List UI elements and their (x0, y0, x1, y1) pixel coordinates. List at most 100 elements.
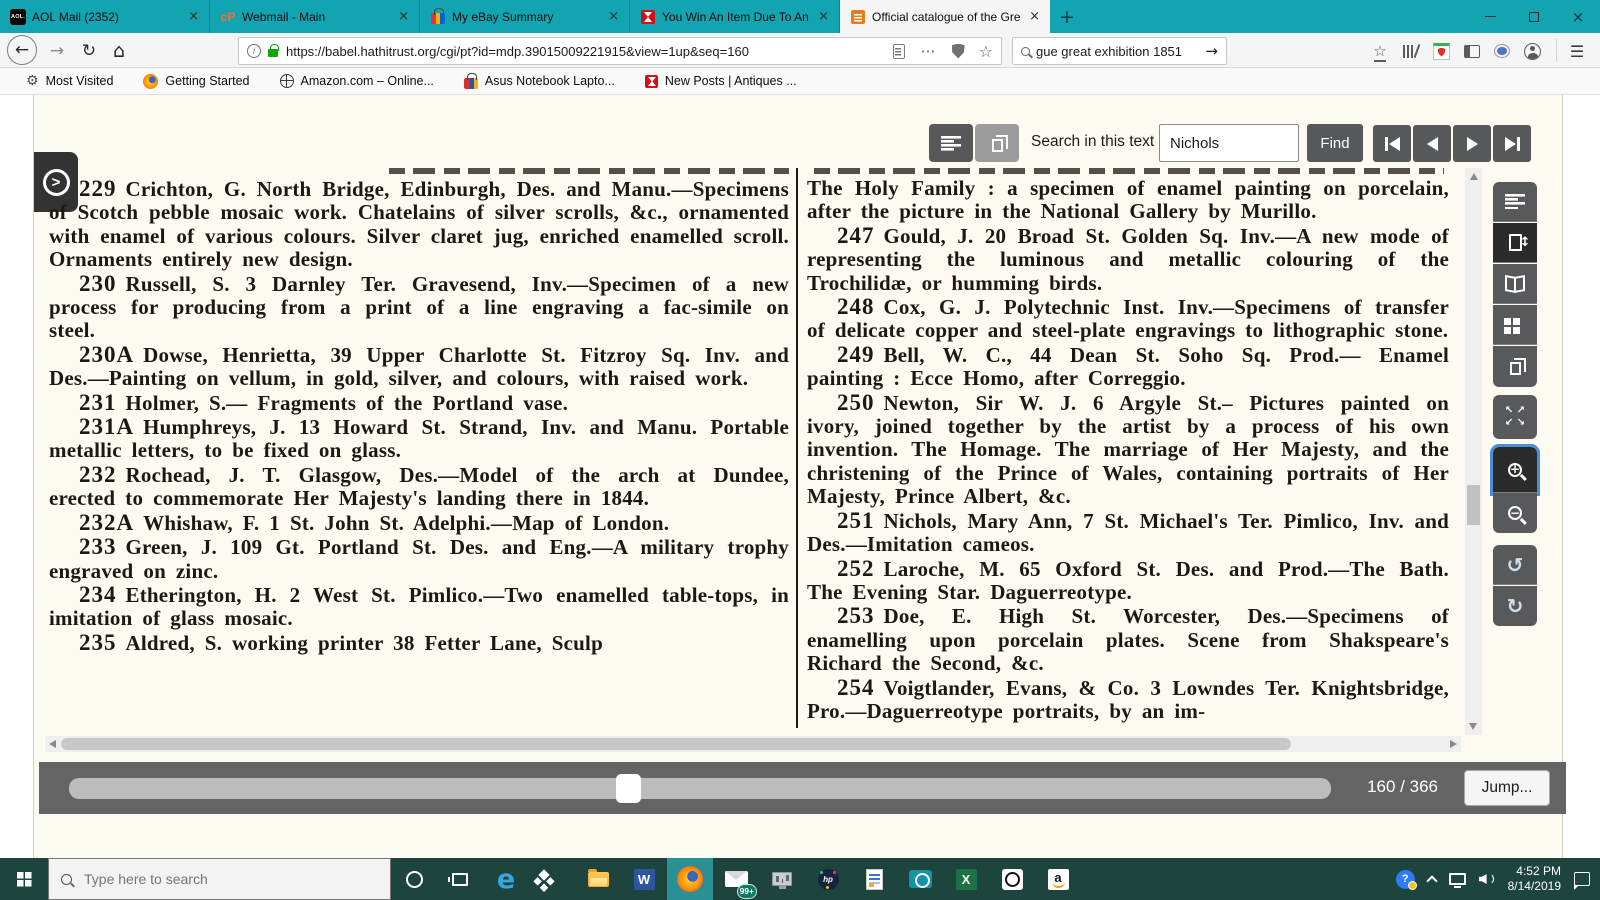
taskbar-excel[interactable]: X (943, 858, 989, 900)
tray-chevron-up-icon[interactable] (1426, 875, 1437, 886)
close-tab-icon[interactable]: × (396, 9, 411, 24)
taskbar-search-box[interactable] (48, 858, 391, 900)
reader-view-icon[interactable] (893, 44, 905, 59)
scroll-right-arrow[interactable] (1450, 740, 1457, 748)
thumbnail-view-button[interactable] (1493, 305, 1537, 345)
reload-button[interactable]: ↻ (76, 36, 102, 65)
two-page-view-button[interactable] (1493, 264, 1537, 304)
restore-button[interactable] (1512, 0, 1556, 33)
taskbar-report-app[interactable] (851, 858, 897, 900)
taskbar-clock[interactable]: 4:52 PM 8/14/2019 (1508, 864, 1561, 894)
tab-ebay[interactable]: My eBay Summary × (420, 0, 630, 33)
close-tab-icon[interactable]: × (1027, 9, 1042, 24)
bookmark-asus[interactable]: Asus Notebook Lapto... (464, 74, 615, 89)
url-bar[interactable]: i https://babel.hathitrust.org/cgi/pt?id… (238, 37, 1002, 65)
network-display-icon[interactable] (1449, 873, 1466, 885)
taskbar-cortana[interactable] (391, 858, 437, 900)
taskbar-mail[interactable]: 99+ (713, 858, 759, 900)
taskbar-hp-support[interactable]: hp (805, 858, 851, 900)
seek-thumb[interactable] (616, 774, 641, 803)
plain-text-view-button[interactable] (1493, 346, 1537, 387)
save-to-toolbar-button[interactable]: ☆ (1368, 38, 1392, 64)
one-page-view-button[interactable]: ↕ (1493, 223, 1537, 263)
bookmark-star-icon[interactable]: ☆ (979, 42, 993, 61)
taskbar-task-view[interactable] (437, 858, 483, 900)
tab-catalogue-active[interactable]: Official catalogue of the Great e × (840, 0, 1050, 33)
close-tab-icon[interactable]: × (816, 9, 831, 24)
zoom-in-button[interactable]: + (1493, 447, 1537, 493)
page-actions-icon[interactable]: ⋯ (921, 42, 936, 60)
close-tab-icon[interactable]: × (606, 9, 621, 24)
taskbar-search-input[interactable] (82, 870, 342, 888)
zoom-out-button[interactable]: − (1493, 493, 1537, 533)
home-button[interactable]: ⌂ (106, 36, 132, 65)
first-result-button[interactable] (1373, 125, 1411, 162)
copy-pages-button[interactable] (975, 124, 1019, 162)
url-text[interactable]: https://babel.hathitrust.org/cgi/pt?id=m… (286, 44, 885, 59)
bookmark-amazon[interactable]: Amazon.com – Online... (280, 74, 434, 88)
fullscreen-button[interactable]: ↖↗↙↘ (1493, 395, 1537, 439)
task-view-icon (452, 873, 468, 886)
scroll-left-arrow[interactable] (49, 740, 56, 748)
taskbar-edge[interactable]: e (483, 858, 529, 900)
close-tab-icon[interactable]: × (186, 9, 201, 24)
taskbar-dropbox[interactable] (529, 858, 575, 900)
scroll-view-button[interactable] (1493, 182, 1537, 222)
catalog-entry: 253Doe, E. High St. Worcester, Des.—Spec… (807, 604, 1449, 675)
help-icon[interactable]: ? (1396, 870, 1415, 889)
search-in-text-input[interactable] (1159, 124, 1299, 162)
sidebar-button[interactable] (1460, 38, 1484, 64)
tab-webmail[interactable]: cP Webmail - Main × (210, 0, 420, 33)
tab-aol-mail[interactable]: AOL. AOL Mail (2352) × (0, 0, 210, 33)
taskbar-file-explorer[interactable] (575, 858, 621, 900)
taskbar-camera-app[interactable] (897, 858, 943, 900)
vertical-scrollbar[interactable] (1465, 168, 1482, 735)
back-button[interactable]: ← (7, 35, 37, 65)
action-center-icon[interactable] (1574, 872, 1590, 886)
taskbar-photo-app[interactable] (989, 858, 1035, 900)
minimize-button[interactable] (1468, 0, 1512, 33)
bookmark-most-visited[interactable]: ⚙ Most Visited (26, 73, 113, 89)
last-result-button[interactable] (1493, 125, 1531, 162)
taskbar-firefox-active[interactable] (667, 858, 713, 900)
start-button[interactable] (0, 858, 48, 900)
next-result-button[interactable] (1453, 125, 1491, 162)
find-button[interactable]: Find (1307, 124, 1363, 162)
taskbar-system-monitor[interactable] (759, 858, 805, 900)
menu-button[interactable]: ☰ (1564, 38, 1590, 64)
page-info-icon[interactable]: i (247, 44, 261, 58)
close-window-button[interactable]: × (1556, 0, 1600, 33)
gear-icon: ⚙ (26, 73, 39, 89)
contents-list-button[interactable] (929, 124, 973, 162)
translate-extension-button[interactable] (1490, 38, 1514, 64)
jump-button[interactable]: Jump... (1464, 770, 1550, 806)
horizontal-scroll-thumb[interactable] (61, 738, 1291, 750)
search-go-icon[interactable]: → (1205, 42, 1218, 60)
bookmark-label: Most Visited (46, 74, 114, 88)
tab-you-win-item[interactable]: You Win An Item Due To An Ac × (630, 0, 840, 33)
account-button[interactable] (1520, 38, 1544, 64)
vertical-scroll-thumb[interactable] (1467, 485, 1480, 525)
search-query-text[interactable]: gue great exhibition 1851 (1036, 44, 1199, 59)
rotate-left-button[interactable]: ↺ (1493, 545, 1537, 585)
bookmark-getting-started[interactable]: Getting Started (143, 74, 249, 89)
result-nav-group (1373, 125, 1531, 162)
horizontal-scrollbar[interactable] (45, 736, 1461, 752)
new-tab-button[interactable]: + (1050, 0, 1084, 33)
prev-result-button[interactable] (1413, 125, 1451, 162)
taskbar-amazon[interactable]: a (1035, 858, 1081, 900)
extension-button[interactable] (1429, 38, 1453, 64)
firefox-icon (143, 74, 158, 89)
tracking-shield-icon[interactable] (952, 44, 965, 59)
library-button[interactable] (1398, 38, 1422, 64)
speaker-icon[interactable] (1479, 873, 1495, 885)
bookmark-new-posts[interactable]: New Posts | Antiques ... (645, 74, 797, 88)
seek-track[interactable] (69, 778, 1331, 799)
taskbar-word[interactable]: W (621, 858, 667, 900)
forward-button[interactable]: → (44, 36, 70, 65)
scroll-down-arrow[interactable] (1469, 723, 1477, 730)
scroll-up-arrow[interactable] (1470, 173, 1478, 180)
browser-search-field[interactable]: gue great exhibition 1851 → (1012, 37, 1227, 65)
rotate-right-button[interactable]: ↻ (1493, 586, 1537, 626)
flag-icon (640, 9, 656, 25)
